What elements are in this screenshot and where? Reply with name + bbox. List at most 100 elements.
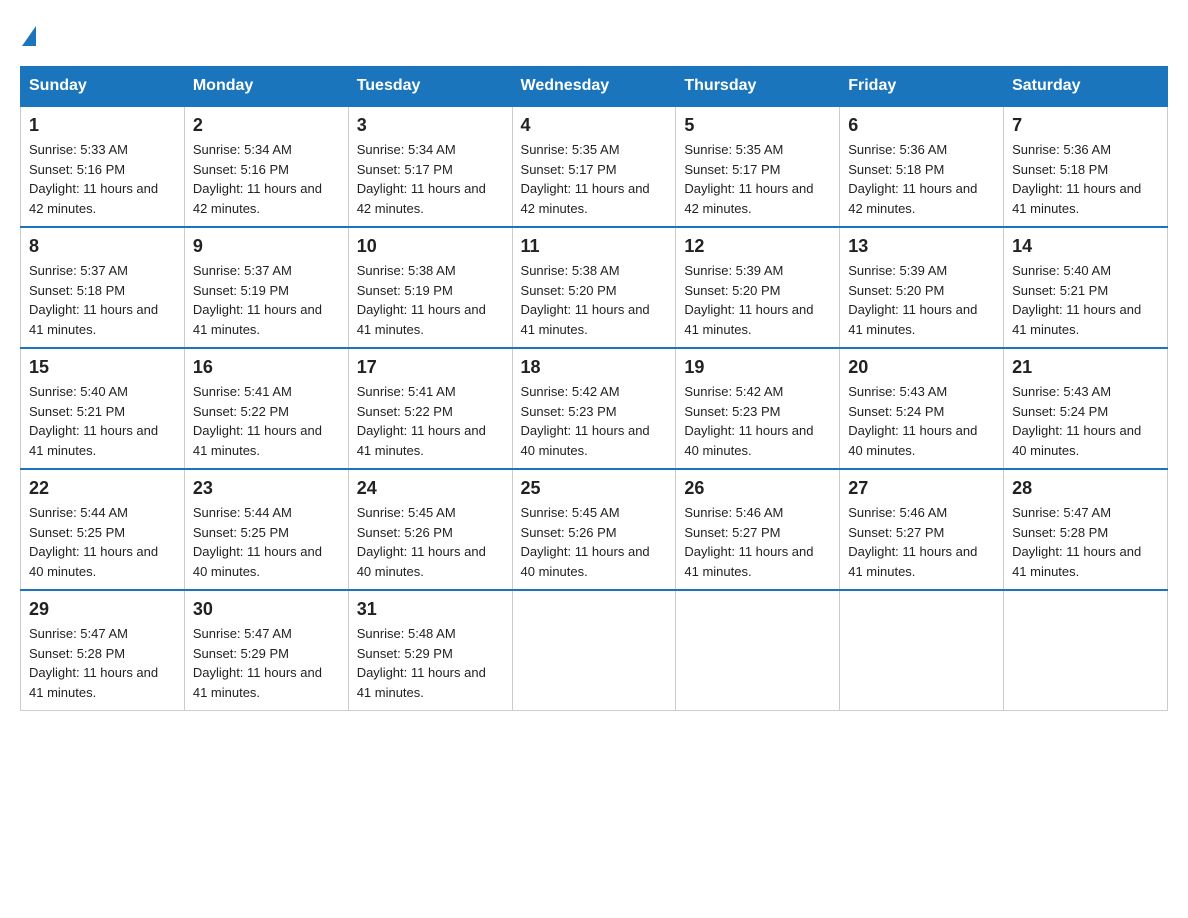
calendar-cell: 13 Sunrise: 5:39 AM Sunset: 5:20 PM Dayl… xyxy=(840,227,1004,348)
calendar-cell xyxy=(512,590,676,711)
day-number: 27 xyxy=(848,478,995,499)
sunrise-label: Sunrise: 5:47 AM xyxy=(1012,505,1111,520)
sunset-label: Sunset: 5:22 PM xyxy=(193,404,289,419)
sunset-label: Sunset: 5:18 PM xyxy=(29,283,125,298)
sunrise-label: Sunrise: 5:45 AM xyxy=(521,505,620,520)
calendar-cell: 23 Sunrise: 5:44 AM Sunset: 5:25 PM Dayl… xyxy=(184,469,348,590)
sunset-label: Sunset: 5:27 PM xyxy=(684,525,780,540)
sunset-label: Sunset: 5:29 PM xyxy=(357,646,453,661)
day-info: Sunrise: 5:39 AM Sunset: 5:20 PM Dayligh… xyxy=(848,261,995,339)
calendar-cell: 4 Sunrise: 5:35 AM Sunset: 5:17 PM Dayli… xyxy=(512,106,676,227)
calendar-cell: 17 Sunrise: 5:41 AM Sunset: 5:22 PM Dayl… xyxy=(348,348,512,469)
day-number: 23 xyxy=(193,478,340,499)
daylight-label: Daylight: 11 hours and 41 minutes. xyxy=(193,423,322,458)
day-number: 17 xyxy=(357,357,504,378)
day-info: Sunrise: 5:44 AM Sunset: 5:25 PM Dayligh… xyxy=(193,503,340,581)
day-number: 31 xyxy=(357,599,504,620)
day-info: Sunrise: 5:48 AM Sunset: 5:29 PM Dayligh… xyxy=(357,624,504,702)
day-info: Sunrise: 5:47 AM Sunset: 5:28 PM Dayligh… xyxy=(29,624,176,702)
day-number: 5 xyxy=(684,115,831,136)
day-number: 21 xyxy=(1012,357,1159,378)
day-info: Sunrise: 5:45 AM Sunset: 5:26 PM Dayligh… xyxy=(357,503,504,581)
sunrise-label: Sunrise: 5:40 AM xyxy=(29,384,128,399)
day-number: 24 xyxy=(357,478,504,499)
calendar-week-row: 1 Sunrise: 5:33 AM Sunset: 5:16 PM Dayli… xyxy=(21,106,1168,227)
day-info: Sunrise: 5:34 AM Sunset: 5:16 PM Dayligh… xyxy=(193,140,340,218)
calendar-cell: 5 Sunrise: 5:35 AM Sunset: 5:17 PM Dayli… xyxy=(676,106,840,227)
sunset-label: Sunset: 5:19 PM xyxy=(193,283,289,298)
sunset-label: Sunset: 5:27 PM xyxy=(848,525,944,540)
sunset-label: Sunset: 5:24 PM xyxy=(848,404,944,419)
daylight-label: Daylight: 11 hours and 41 minutes. xyxy=(684,544,813,579)
daylight-label: Daylight: 11 hours and 42 minutes. xyxy=(848,181,977,216)
sunset-label: Sunset: 5:17 PM xyxy=(357,162,453,177)
calendar-week-row: 22 Sunrise: 5:44 AM Sunset: 5:25 PM Dayl… xyxy=(21,469,1168,590)
day-number: 11 xyxy=(521,236,668,257)
sunset-label: Sunset: 5:16 PM xyxy=(193,162,289,177)
day-info: Sunrise: 5:47 AM Sunset: 5:29 PM Dayligh… xyxy=(193,624,340,702)
day-number: 4 xyxy=(521,115,668,136)
daylight-label: Daylight: 11 hours and 40 minutes. xyxy=(848,423,977,458)
daylight-label: Daylight: 11 hours and 42 minutes. xyxy=(193,181,322,216)
day-info: Sunrise: 5:41 AM Sunset: 5:22 PM Dayligh… xyxy=(193,382,340,460)
sunrise-label: Sunrise: 5:36 AM xyxy=(1012,142,1111,157)
day-info: Sunrise: 5:38 AM Sunset: 5:20 PM Dayligh… xyxy=(521,261,668,339)
column-header-wednesday: Wednesday xyxy=(512,67,676,107)
column-header-sunday: Sunday xyxy=(21,67,185,107)
sunset-label: Sunset: 5:28 PM xyxy=(1012,525,1108,540)
sunrise-label: Sunrise: 5:45 AM xyxy=(357,505,456,520)
day-info: Sunrise: 5:36 AM Sunset: 5:18 PM Dayligh… xyxy=(848,140,995,218)
day-info: Sunrise: 5:35 AM Sunset: 5:17 PM Dayligh… xyxy=(684,140,831,218)
day-info: Sunrise: 5:34 AM Sunset: 5:17 PM Dayligh… xyxy=(357,140,504,218)
day-info: Sunrise: 5:46 AM Sunset: 5:27 PM Dayligh… xyxy=(848,503,995,581)
sunset-label: Sunset: 5:23 PM xyxy=(521,404,617,419)
day-info: Sunrise: 5:42 AM Sunset: 5:23 PM Dayligh… xyxy=(521,382,668,460)
day-number: 18 xyxy=(521,357,668,378)
daylight-label: Daylight: 11 hours and 41 minutes. xyxy=(357,423,486,458)
daylight-label: Daylight: 11 hours and 42 minutes. xyxy=(29,181,158,216)
calendar-cell: 26 Sunrise: 5:46 AM Sunset: 5:27 PM Dayl… xyxy=(676,469,840,590)
daylight-label: Daylight: 11 hours and 41 minutes. xyxy=(1012,181,1141,216)
calendar-cell: 8 Sunrise: 5:37 AM Sunset: 5:18 PM Dayli… xyxy=(21,227,185,348)
day-number: 28 xyxy=(1012,478,1159,499)
calendar-cell: 15 Sunrise: 5:40 AM Sunset: 5:21 PM Dayl… xyxy=(21,348,185,469)
daylight-label: Daylight: 11 hours and 41 minutes. xyxy=(357,302,486,337)
calendar-cell: 18 Sunrise: 5:42 AM Sunset: 5:23 PM Dayl… xyxy=(512,348,676,469)
calendar-header-row: SundayMondayTuesdayWednesdayThursdayFrid… xyxy=(21,67,1168,107)
daylight-label: Daylight: 11 hours and 40 minutes. xyxy=(521,544,650,579)
calendar-cell: 1 Sunrise: 5:33 AM Sunset: 5:16 PM Dayli… xyxy=(21,106,185,227)
day-number: 15 xyxy=(29,357,176,378)
sunrise-label: Sunrise: 5:48 AM xyxy=(357,626,456,641)
day-info: Sunrise: 5:38 AM Sunset: 5:19 PM Dayligh… xyxy=(357,261,504,339)
calendar-cell xyxy=(840,590,1004,711)
day-info: Sunrise: 5:36 AM Sunset: 5:18 PM Dayligh… xyxy=(1012,140,1159,218)
daylight-label: Daylight: 11 hours and 42 minutes. xyxy=(684,181,813,216)
sunset-label: Sunset: 5:20 PM xyxy=(848,283,944,298)
daylight-label: Daylight: 11 hours and 41 minutes. xyxy=(848,544,977,579)
sunset-label: Sunset: 5:21 PM xyxy=(1012,283,1108,298)
day-number: 1 xyxy=(29,115,176,136)
calendar-cell: 12 Sunrise: 5:39 AM Sunset: 5:20 PM Dayl… xyxy=(676,227,840,348)
daylight-label: Daylight: 11 hours and 42 minutes. xyxy=(357,181,486,216)
sunrise-label: Sunrise: 5:40 AM xyxy=(1012,263,1111,278)
day-info: Sunrise: 5:44 AM Sunset: 5:25 PM Dayligh… xyxy=(29,503,176,581)
day-number: 10 xyxy=(357,236,504,257)
daylight-label: Daylight: 11 hours and 41 minutes. xyxy=(684,302,813,337)
sunrise-label: Sunrise: 5:43 AM xyxy=(848,384,947,399)
sunrise-label: Sunrise: 5:33 AM xyxy=(29,142,128,157)
daylight-label: Daylight: 11 hours and 41 minutes. xyxy=(848,302,977,337)
daylight-label: Daylight: 11 hours and 41 minutes. xyxy=(29,665,158,700)
sunset-label: Sunset: 5:28 PM xyxy=(29,646,125,661)
daylight-label: Daylight: 11 hours and 40 minutes. xyxy=(521,423,650,458)
day-info: Sunrise: 5:46 AM Sunset: 5:27 PM Dayligh… xyxy=(684,503,831,581)
sunrise-label: Sunrise: 5:35 AM xyxy=(684,142,783,157)
sunrise-label: Sunrise: 5:39 AM xyxy=(684,263,783,278)
sunrise-label: Sunrise: 5:34 AM xyxy=(357,142,456,157)
calendar-cell: 16 Sunrise: 5:41 AM Sunset: 5:22 PM Dayl… xyxy=(184,348,348,469)
day-info: Sunrise: 5:43 AM Sunset: 5:24 PM Dayligh… xyxy=(848,382,995,460)
daylight-label: Daylight: 11 hours and 41 minutes. xyxy=(193,302,322,337)
sunset-label: Sunset: 5:26 PM xyxy=(521,525,617,540)
daylight-label: Daylight: 11 hours and 41 minutes. xyxy=(1012,302,1141,337)
day-number: 3 xyxy=(357,115,504,136)
column-header-saturday: Saturday xyxy=(1004,67,1168,107)
